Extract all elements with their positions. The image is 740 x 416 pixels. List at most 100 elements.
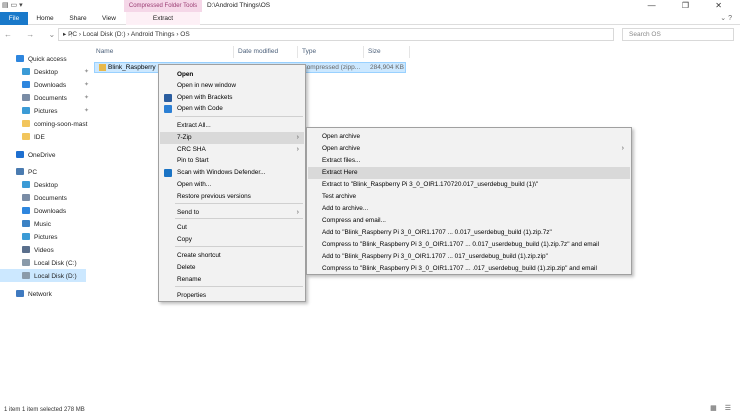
menu-item-extract-all[interactable]: Extract All... [160, 120, 304, 132]
menu-item-label: Extract All... [177, 122, 211, 129]
desktop-icon [22, 68, 30, 75]
sidebar-item-downloads[interactable]: Downloads [22, 205, 66, 218]
submenu-item-8[interactable]: Compress and email... [308, 215, 630, 227]
title-bar [0, 0, 740, 12]
file-type: Compressed (zipp... [302, 64, 361, 71]
tab-share[interactable]: Share [66, 12, 90, 25]
column-header-size[interactable]: Size [364, 46, 410, 58]
videos-icon [22, 246, 30, 253]
submenu-item-10[interactable]: Compress to "Blink_Raspberry Pi 3_0_OIR1… [308, 239, 630, 251]
menu-item-restore-previous-versions[interactable]: Restore previous versions [160, 191, 304, 203]
menu-item-cut[interactable]: Cut [160, 222, 304, 234]
search-input[interactable]: Search OS [622, 28, 734, 41]
documents-icon [22, 194, 30, 201]
sidebar-item-pictures[interactable]: Pictures [22, 231, 57, 244]
submenu-item-3[interactable]: Extract files... [308, 155, 630, 167]
menu-item-open-with-code[interactable]: Open with Code [160, 103, 304, 115]
menu-item-label: Pin to Start [177, 157, 209, 164]
submenu-item-5[interactable]: Extract to "Blink_Raspberry Pi 3_0_OIR1.… [308, 179, 630, 191]
menu-item-label: Rename [177, 276, 202, 283]
sidebar-item-coming-soon-mast[interactable]: coming-soon-mast [22, 118, 87, 131]
submenu-item-4[interactable]: Extract Here [308, 167, 630, 179]
column-header-type[interactable]: Type [298, 46, 364, 58]
sidebar-item-pc[interactable]: PC [16, 166, 37, 179]
column-header-date[interactable]: Date modified [234, 46, 298, 58]
submenu-item-6[interactable]: Test archive [308, 191, 630, 203]
menu-item-label: Send to [177, 209, 200, 216]
menu-separator [175, 116, 303, 117]
tab-view[interactable]: View [98, 12, 120, 25]
pin-icon: ✦ [84, 95, 90, 101]
music-icon [22, 220, 30, 227]
menu-item-delete[interactable]: Delete [160, 262, 304, 274]
desktop-icon [22, 181, 30, 188]
chevron-right-icon: › [296, 134, 299, 141]
sidebar-item-downloads[interactable]: Downloads ✦ [22, 79, 89, 92]
sidebar-item-network[interactable]: Network [16, 288, 52, 301]
submenu-item-label: Add to "Blink_Raspberry Pi 3_0_OIR1.1707… [322, 253, 548, 260]
sidebar-item-label: Music [34, 221, 51, 228]
ribbon-help-controls[interactable]: ⌄ ? [720, 14, 732, 22]
submenu-item-2[interactable]: Open archive › [308, 143, 630, 155]
menu-separator [175, 203, 303, 204]
pin-icon: ✦ [84, 69, 90, 75]
sidebar-item-documents[interactable]: Documents [22, 192, 67, 205]
view-toggle-icons[interactable]: ▦ ☰ [710, 404, 734, 412]
menu-item-open-with[interactable]: Open with... [160, 179, 304, 191]
submenu-item-9[interactable]: Add to "Blink_Raspberry Pi 3_0_OIR1.1707… [308, 227, 630, 239]
column-header-name[interactable]: Name [92, 46, 234, 58]
menu-item-copy[interactable]: Copy [160, 234, 304, 246]
submenu-item-1[interactable]: Open archive [308, 131, 630, 143]
sidebar-item-pictures[interactable]: Pictures ✦ [22, 105, 89, 118]
sidebar-item-videos[interactable]: Videos [22, 244, 54, 257]
pin-icon: ✦ [84, 108, 90, 114]
tab-file[interactable]: File [0, 12, 28, 25]
sidebar-item-label: IDE [34, 134, 45, 141]
submenu-item-7[interactable]: Add to archive... [308, 203, 630, 215]
sidebar-item-label: Pictures [34, 108, 58, 115]
sidebar-item-music[interactable]: Music [22, 218, 51, 231]
menu-item-label: Open with... [177, 181, 212, 188]
tab-extract[interactable]: Extract [126, 12, 200, 25]
sidebar-item-quick-access[interactable]: Quick access [16, 53, 67, 66]
menu-item-label: Open [177, 71, 194, 78]
drive-icon [22, 259, 30, 266]
menu-item-rename[interactable]: Rename [160, 274, 304, 286]
submenu-item-11[interactable]: Add to "Blink_Raspberry Pi 3_0_OIR1.1707… [308, 251, 630, 263]
menu-item-properties[interactable]: Properties [160, 290, 304, 302]
tab-home[interactable]: Home [34, 12, 56, 25]
submenu-item-label: Compress to "Blink_Raspberry Pi 3_0_OIR1… [322, 265, 597, 272]
sidebar-item-label: Documents [34, 95, 67, 102]
window-controls[interactable]: — ❐ ✕ [648, 1, 734, 10]
menu-item-open-in-new-window[interactable]: Open in new window [160, 80, 304, 92]
sidebar-item-onedrive[interactable]: OneDrive [16, 149, 55, 162]
menu-item-label: Delete [177, 264, 196, 271]
menu-item-label: Open with Brackets [177, 94, 233, 101]
defender-icon [164, 169, 172, 177]
pc-icon [16, 168, 24, 175]
menu-item-scan-with-windows-defender[interactable]: Scan with Windows Defender... [160, 167, 304, 179]
menu-item-label: CRC SHA [177, 146, 206, 153]
file-name[interactable]: Blink_Raspberry P [108, 62, 158, 73]
sidebar-item-local-disk-d[interactable]: Local Disk (D:) [22, 270, 77, 283]
submenu-item-12[interactable]: Compress to "Blink_Raspberry Pi 3_0_OIR1… [308, 263, 630, 275]
sidebar-item-local-disk-c[interactable]: Local Disk (C:) [22, 257, 77, 270]
submenu-item-label: Test archive [322, 193, 357, 200]
sidebar-item-desktop[interactable]: Desktop ✦ [22, 66, 89, 79]
menu-item-label: Cut [177, 224, 187, 231]
menu-item-pin-to-start[interactable]: Pin to Start [160, 155, 304, 167]
sidebar-item-label: Desktop [34, 182, 58, 189]
sidebar-item-desktop[interactable]: Desktop [22, 179, 58, 192]
address-bar[interactable]: ▸ PC › Local Disk (D:) › Android Things … [58, 28, 614, 41]
menu-item-create-shortcut[interactable]: Create shortcut [160, 250, 304, 262]
sidebar-item-label: Quick access [28, 56, 67, 63]
quick-access-toolbar[interactable]: ▤ ▭ ▾ [2, 1, 23, 9]
sidebar-item-ide[interactable]: IDE [22, 131, 45, 144]
menu-item-7-zip[interactable]: 7-Zip › [160, 132, 304, 144]
sidebar-item-documents[interactable]: Documents ✦ [22, 92, 89, 105]
sidebar-item-label: PC [28, 169, 38, 176]
submenu-item-label: Open archive [322, 133, 361, 140]
download-icon [22, 81, 30, 88]
download-icon [22, 207, 30, 214]
sidebar-item-label: Desktop [34, 69, 58, 76]
